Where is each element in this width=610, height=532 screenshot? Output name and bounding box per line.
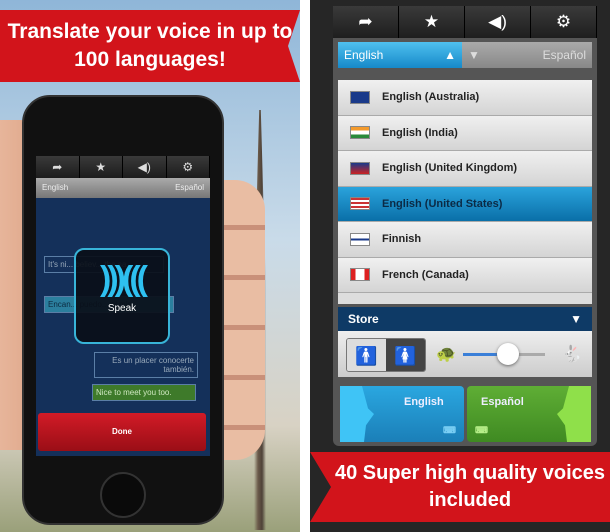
chevron-down-icon: ▼ bbox=[468, 48, 480, 62]
male-icon[interactable]: 🚹 bbox=[347, 339, 386, 371]
target-language-dropdown[interactable]: ▼ Español bbox=[462, 42, 592, 68]
gear-icon[interactable]: ⚙ bbox=[167, 156, 210, 178]
keyboard-icon[interactable]: ⌨ bbox=[443, 425, 456, 436]
language-label: English (United Kingdom) bbox=[382, 162, 518, 175]
language-selector: English ▲ ▼ Español bbox=[338, 42, 592, 68]
star-icon[interactable]: ★ bbox=[80, 156, 123, 178]
source-language-dropdown[interactable]: English ▲ bbox=[338, 42, 462, 68]
promo-banner: Translate your voice in up to 100 langua… bbox=[0, 10, 300, 82]
flag-icon bbox=[350, 161, 370, 175]
sound-waves-icon: )))((( bbox=[100, 260, 148, 298]
source-language[interactable]: English bbox=[36, 178, 123, 198]
language-item[interactable]: English (India) bbox=[338, 115, 592, 151]
speaker-icon[interactable]: ◀) bbox=[465, 6, 531, 38]
chevron-up-icon: ▲ bbox=[444, 48, 456, 62]
language-label: English (United States) bbox=[382, 197, 503, 210]
toolbar: ➦ ★ ◀) ⚙ bbox=[36, 156, 210, 178]
language-item[interactable]: English (United States) bbox=[338, 186, 592, 222]
language-list[interactable]: English (Australia) English (India) Englis… bbox=[338, 80, 592, 304]
rabbit-icon: 🐇 bbox=[562, 346, 582, 363]
promo-banner: 40 Super high quality voices included bbox=[310, 452, 610, 522]
head-silhouette-icon bbox=[340, 386, 374, 442]
share-icon[interactable]: ➦ bbox=[333, 6, 399, 38]
store-bar[interactable]: Store ▼ bbox=[338, 307, 592, 331]
language-item[interactable]: English (Australia) bbox=[338, 80, 592, 116]
flag-icon bbox=[350, 126, 370, 140]
speak-spanish-button[interactable]: Español ⌨ bbox=[467, 386, 591, 442]
keyboard-icon[interactable]: ⌨ bbox=[475, 425, 488, 436]
star-icon[interactable]: ★ bbox=[399, 6, 465, 38]
language-label: English (India) bbox=[382, 126, 458, 139]
language-label: English (Australia) bbox=[382, 91, 480, 104]
store-label: Store bbox=[348, 312, 379, 326]
flag-icon bbox=[350, 197, 370, 211]
gender-toggle[interactable]: 🚹 🚺 bbox=[346, 338, 426, 372]
language-label: Finnish bbox=[382, 233, 422, 246]
target-language: Español bbox=[542, 48, 586, 62]
voice-controls: 🚹 🚺 🐢 🐇 bbox=[338, 331, 592, 377]
female-icon[interactable]: 🚺 bbox=[386, 339, 425, 371]
speak-english-button[interactable]: English ⌨ bbox=[340, 386, 464, 442]
bubble-reply: Nice to meet you too. bbox=[92, 384, 196, 401]
promo-panel-left: ➦ ★ ◀) ⚙ English Español It's ni... beli… bbox=[0, 0, 300, 532]
language-selector[interactable]: English Español bbox=[36, 178, 210, 198]
head-silhouette-icon bbox=[557, 386, 591, 442]
language-item[interactable]: Finnish bbox=[338, 222, 592, 258]
language-item[interactable]: English (United Kingdom) bbox=[338, 151, 592, 187]
speak-overlay[interactable]: )))((( Speak bbox=[74, 248, 170, 344]
speed-slider[interactable] bbox=[463, 343, 545, 365]
toolbar: ➦ ★ ◀) ⚙ bbox=[333, 6, 597, 38]
turtle-icon: 🐢 bbox=[436, 346, 456, 363]
flag-icon bbox=[350, 90, 370, 104]
gear-icon[interactable]: ⚙ bbox=[531, 6, 597, 38]
source-language: English bbox=[344, 48, 384, 62]
target-language[interactable]: Español bbox=[123, 178, 210, 198]
speak-label: Speak bbox=[107, 303, 137, 314]
flag-icon bbox=[350, 268, 370, 282]
done-button[interactable]: Done bbox=[38, 413, 206, 451]
voice-left-label: English bbox=[404, 396, 444, 408]
share-icon[interactable]: ➦ bbox=[36, 156, 80, 178]
flag-icon bbox=[350, 232, 370, 246]
speaker-icon[interactable]: ◀) bbox=[123, 156, 167, 178]
promo-panel-right: ➦ ★ ◀) ⚙ English ▲ ▼ Español English (Aust… bbox=[310, 0, 610, 532]
bubble-reply-translation: Es un placer conocerte también. bbox=[94, 352, 198, 378]
slider-thumb[interactable] bbox=[497, 343, 520, 365]
voice-right-label: Español bbox=[481, 396, 524, 408]
home-button bbox=[100, 472, 146, 518]
chevron-down-icon: ▼ bbox=[570, 312, 582, 326]
language-item[interactable]: French (Canada) bbox=[338, 257, 592, 293]
language-label: French (Canada) bbox=[382, 268, 469, 281]
